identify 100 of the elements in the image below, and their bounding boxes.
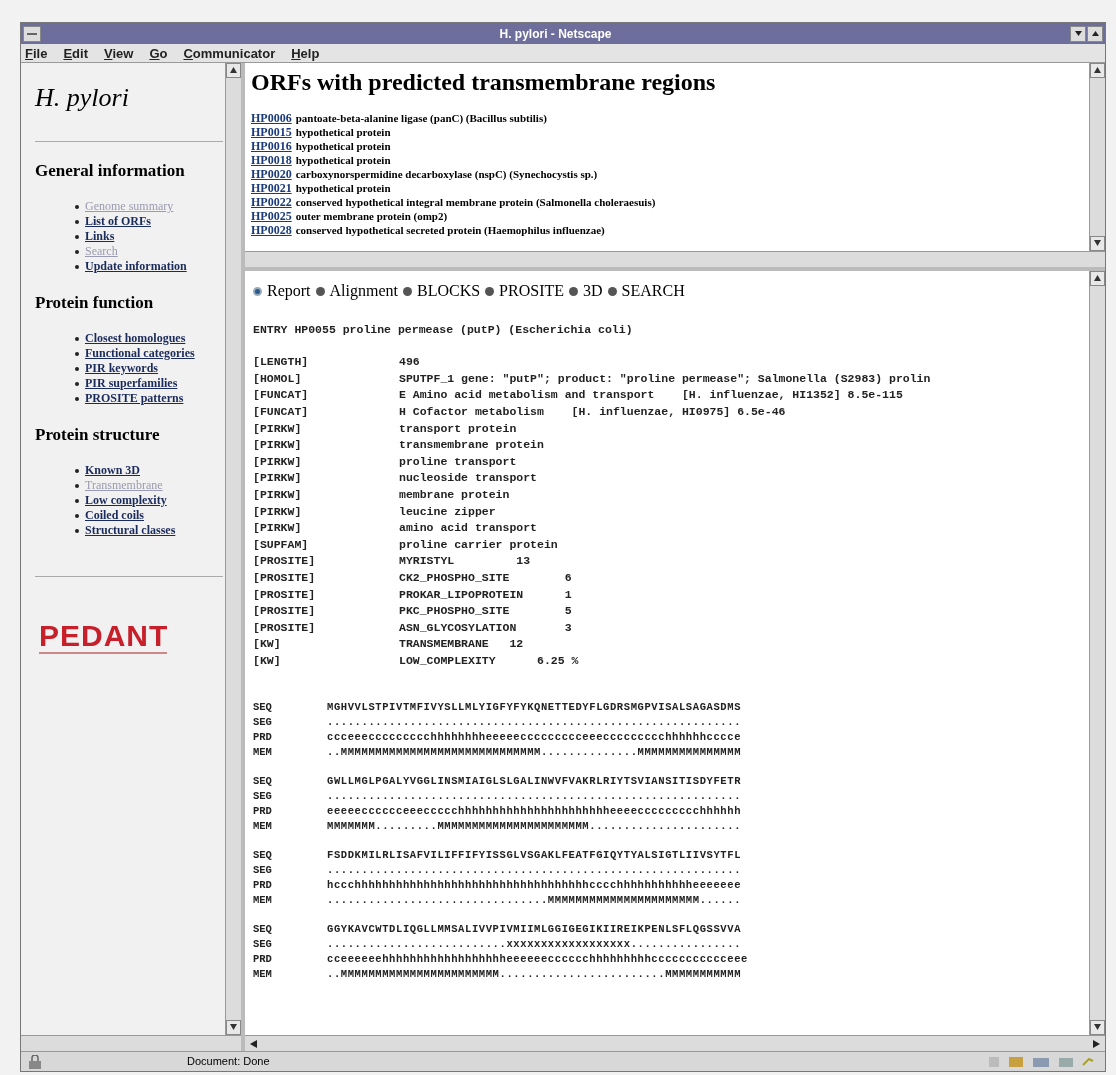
field-tag: [PIRKW] — [253, 437, 399, 454]
menu-item[interactable]: File — [25, 46, 48, 60]
bullet-icon — [75, 249, 79, 254]
orf-link[interactable]: HP0022 — [251, 195, 292, 209]
report-tab[interactable]: PROSITE — [499, 279, 564, 303]
bullet-icon — [75, 498, 79, 503]
menu-item[interactable]: Edit — [63, 46, 88, 60]
system-menu-button[interactable] — [23, 25, 41, 42]
orf-description: hypothetical protein — [295, 125, 391, 139]
track-label: SEG — [253, 936, 273, 952]
track-label: MEM — [253, 892, 273, 908]
down-arrow-icon — [1094, 240, 1101, 246]
bullet-icon — [75, 468, 79, 473]
sequence-track: MGHVVLSTPIVTMFIVYSLLMLYIGFYFYKQNETTEDYFLGDRSMGPVISALSAGASDMS — [327, 699, 742, 715]
orf-description: conserved hypothetical secreted protein (Haemophilus influenzae) — [295, 223, 605, 237]
track-label: SEG — [253, 862, 273, 878]
field-tag: [PIRKW] — [253, 520, 399, 537]
report-tab[interactable]: SEARCH — [621, 279, 685, 303]
bullet-icon — [75, 336, 79, 341]
orf-link[interactable]: HP0015 — [251, 125, 292, 139]
track-label: SEG — [253, 714, 273, 730]
track-label: PRD — [253, 729, 273, 745]
sidebar-link[interactable]: PIR keywords — [85, 361, 158, 376]
field-value: proline transport — [399, 453, 517, 470]
menu-item[interactable]: Communicator — [183, 46, 276, 60]
section-heading: General information — [35, 162, 186, 179]
bullet-icon — [75, 396, 79, 401]
orf-link[interactable]: HP0028 — [251, 223, 292, 237]
sequence-track: hccchhhhhhhhhhhhhhhhhhhhhhhhhhhhhhhhhhcccchhhhhhhhhhheeeeeee — [327, 877, 742, 893]
menu-item[interactable]: View — [104, 46, 134, 60]
orf-description: pantoate-beta-alanine ligase (panC) (Bacillus subtilis) — [295, 111, 547, 125]
lock-icon — [27, 1054, 43, 1069]
section-heading: Protein function — [35, 294, 155, 311]
bullet-icon — [75, 513, 79, 518]
sequence-track: ..MMMMMMMMMMMMMMMMMMMMMMM........................MMMMMMMMMMM — [327, 966, 742, 982]
report-tab[interactable]: BLOCKS — [417, 279, 481, 303]
sidebar-link[interactable]: Functional categories — [85, 346, 195, 361]
down-arrow-icon — [1094, 1024, 1101, 1030]
orf-link[interactable]: HP0025 — [251, 209, 292, 223]
orf-link[interactable]: HP0020 — [251, 167, 292, 181]
menu-item[interactable]: Go — [149, 46, 168, 60]
bullet-icon — [75, 381, 79, 386]
report-tab[interactable]: Report — [267, 279, 311, 303]
sidebar-link[interactable]: List of ORFs — [85, 214, 151, 229]
orf-link[interactable]: HP0006 — [251, 111, 292, 125]
up-arrow-icon — [230, 67, 237, 73]
minimize-button[interactable] — [1070, 25, 1086, 42]
field-tag: [PROSITE] — [253, 553, 399, 570]
field-tag: [PIRKW] — [253, 420, 399, 438]
field-value: SPUTPF_1 gene: "putP"; product: "proline permease"; Salmonella (S2983) prolin — [399, 370, 931, 387]
field-value: CK2_PHOSPHO_SITE 6 — [399, 569, 572, 586]
field-value: MYRISTYL 13 — [399, 553, 531, 570]
sidebar-link[interactable]: Structural classes — [85, 523, 176, 538]
up-arrow-icon — [1094, 67, 1101, 73]
bullet-icon — [75, 234, 79, 239]
sidebar-link[interactable]: Low complexity — [85, 493, 167, 508]
sidebar-link[interactable]: Coiled coils — [85, 508, 144, 523]
field-tag: [HOMOL] — [253, 370, 399, 388]
status-text: Document: Done — [187, 1054, 271, 1070]
bullet-icon — [75, 483, 79, 488]
report-tab[interactable]: 3D — [583, 279, 603, 303]
field-value: membrane protein — [399, 487, 510, 503]
bullet-icon — [75, 366, 79, 371]
track-label: PRD — [253, 803, 273, 819]
field-value: PROKAR_LIPOPROTEIN 1 — [399, 586, 572, 603]
field-tag: [KW] — [253, 652, 399, 670]
maximize-button[interactable] — [1087, 25, 1103, 42]
sequence-track: ..MMMMMMMMMMMMMMMMMMMMMMMMMMMMM..............MMMMMMMMMMMMMMM — [327, 744, 742, 760]
field-tag: [KW] — [253, 636, 399, 653]
sidebar-link[interactable]: PIR superfamilies — [85, 376, 178, 391]
field-tag: [PIRKW] — [253, 470, 399, 487]
field-tag: [PROSITE] — [253, 603, 399, 620]
menu-item[interactable]: Help — [291, 46, 320, 60]
orf-link[interactable]: HP0016 — [251, 139, 292, 153]
field-tag: [PROSITE] — [253, 569, 399, 587]
track-label: MEM — [253, 744, 273, 760]
orf-link[interactable]: HP0021 — [251, 181, 292, 195]
field-value: E Amino acid metabolism and transport [H. influenzae, HI1352] 8.5e-115 — [399, 387, 903, 404]
sequence-track: MMMMMMM.........MMMMMMMMMMMMMMMMMMMMMM...................... — [327, 818, 742, 834]
sequence-track: eeeeecccccceeeccccchhhhhhhhhhhhhhhhhhhhhheeeeccccccccchhhhhh — [327, 803, 742, 819]
sidebar-link[interactable]: Update information — [85, 259, 187, 274]
sidebar-link[interactable]: Known 3D — [85, 463, 140, 478]
sequence-track: cceeeeeehhhhhhhhhhhhhhhhhheeeeeecccccchhhhhhhhhccccccccccceee — [327, 951, 748, 967]
sidebar-link[interactable]: Links — [85, 229, 115, 244]
field-value: ASN_GLYCOSYLATION 3 — [399, 619, 572, 636]
track-label: PRD — [253, 877, 273, 893]
sidebar-link[interactable]: PROSITE patterns — [85, 391, 184, 406]
bullet-icon — [75, 528, 79, 533]
orf-link[interactable]: HP0018 — [251, 153, 292, 167]
orf-description: hypothetical protein — [295, 181, 391, 195]
field-tag: [PIRKW] — [253, 453, 399, 471]
report-tab[interactable]: Alignment — [329, 279, 398, 303]
field-value: H Cofactor metabolism [H. influenzae, HI0975] 6.5e-46 — [399, 404, 786, 421]
field-value: LOW_COMPLEXITY 6.25 % — [399, 652, 579, 669]
up-arrow-icon — [1094, 275, 1101, 281]
sidebar-link[interactable]: Closest homologues — [85, 331, 186, 346]
sequence-track: ............................................................ — [327, 862, 742, 878]
field-tag: [PROSITE] — [253, 586, 399, 604]
window-title: H. pylori - Netscape — [499, 25, 612, 43]
field-value: TRANSMEMBRANE 12 — [399, 636, 524, 653]
